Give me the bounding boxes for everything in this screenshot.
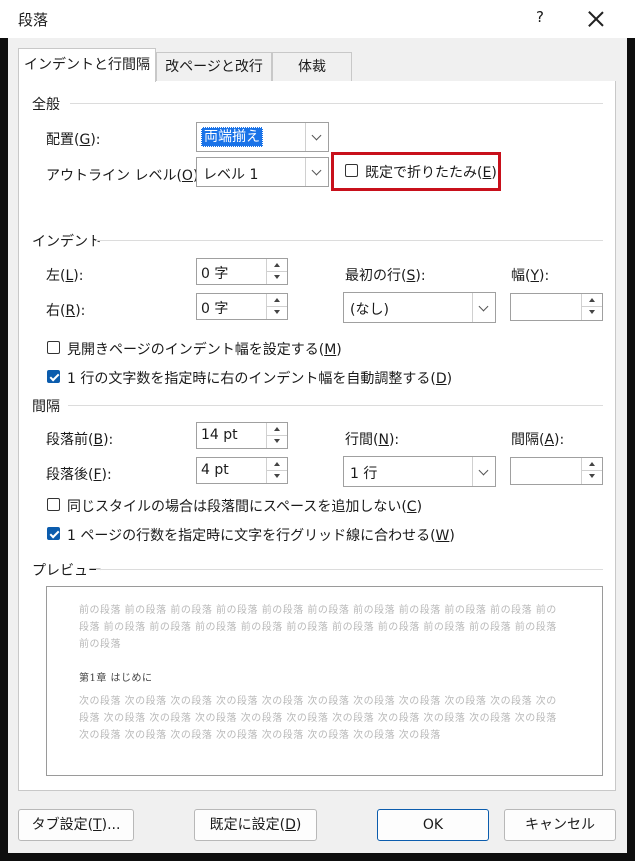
spacing-at-label: 間隔(A): bbox=[511, 432, 565, 448]
chevron-down-icon[interactable] bbox=[472, 293, 495, 322]
alignment-label: 配置(G): bbox=[46, 132, 101, 148]
preview-prev-line: 段落 前の段落 前の段落 前の段落 前の段落 前の段落 前の段落 前の段落 前の… bbox=[79, 622, 557, 633]
help-button[interactable]: ? bbox=[531, 8, 549, 26]
mirror-indent-checkbox[interactable] bbox=[47, 341, 60, 354]
spacing-at-spinner[interactable] bbox=[510, 457, 603, 485]
spin-down-icon[interactable] bbox=[267, 272, 287, 285]
collapse-label[interactable]: 既定で折りたたみ(E) bbox=[365, 162, 497, 182]
line-spacing-label: 行間(N): bbox=[345, 432, 400, 448]
spin-down-icon[interactable] bbox=[582, 307, 602, 320]
preview-prev-line: 前の段落 前の段落 前の段落 前の段落 前の段落 前の段落 前の段落 前の段落 … bbox=[79, 605, 557, 616]
cancel-button[interactable]: キャンセル bbox=[504, 809, 616, 841]
indent-width-label: 幅(Y): bbox=[511, 268, 550, 284]
preview-next-line: 次の段落 次の段落 次の段落 次の段落 次の段落 次の段落 次の段落 次の段落 … bbox=[79, 696, 557, 707]
alignment-value: 両端揃え bbox=[201, 127, 263, 147]
no-space-same-style-label[interactable]: 同じスタイルの場合は段落間にスペースを追加しない(C) bbox=[67, 496, 422, 516]
spin-up-icon[interactable] bbox=[582, 458, 602, 471]
chevron-down-icon[interactable] bbox=[472, 457, 495, 486]
general-heading: 全般 bbox=[32, 97, 60, 113]
spin-down-icon[interactable] bbox=[267, 436, 287, 449]
spin-up-icon[interactable] bbox=[582, 294, 602, 307]
tabs-button[interactable]: タブ設定(T)... bbox=[18, 809, 134, 841]
spin-up-icon[interactable] bbox=[267, 458, 287, 471]
spin-up-icon[interactable] bbox=[267, 259, 287, 272]
tab-typography[interactable]: 体裁 bbox=[272, 52, 352, 81]
spin-up-icon[interactable] bbox=[267, 294, 287, 307]
auto-adjust-checkbox[interactable] bbox=[47, 370, 60, 383]
spacing-heading: 間隔 bbox=[32, 399, 60, 415]
ok-button[interactable]: OK bbox=[377, 809, 489, 841]
tab-line-page-breaks[interactable]: 改ページと改行 bbox=[156, 52, 272, 81]
no-space-same-style-checkbox[interactable] bbox=[47, 498, 60, 511]
space-before-label: 段落前(B): bbox=[46, 432, 114, 448]
outline-level-label: アウトライン レベル(O): bbox=[46, 168, 203, 184]
chevron-down-icon[interactable] bbox=[305, 158, 328, 186]
spin-down-icon[interactable] bbox=[267, 471, 287, 484]
spin-up-icon[interactable] bbox=[267, 423, 287, 436]
set-default-button[interactable]: 既定に設定(D) bbox=[194, 809, 317, 841]
snap-to-grid-label[interactable]: 1 ページの行数を指定時に文字を行グリッド線に合わせる(W) bbox=[67, 525, 455, 545]
auto-adjust-label[interactable]: 1 行の文字数を指定時に右のインデント幅を自動調整する(D) bbox=[67, 368, 452, 388]
preview-prev-line: 前の段落 bbox=[79, 639, 121, 650]
snap-to-grid-checkbox[interactable] bbox=[47, 527, 60, 540]
chevron-down-icon[interactable] bbox=[305, 123, 328, 151]
tab-indent-spacing[interactable]: インデントと行間隔 bbox=[18, 48, 156, 82]
spin-down-icon[interactable] bbox=[267, 307, 287, 320]
indent-left-label: 左(L): bbox=[46, 268, 84, 284]
alignment-dropdown[interactable]: 両端揃え bbox=[196, 122, 329, 152]
preview-next-line: 次の段落 次の段落 次の段落 次の段落 次の段落 次の段落 次の段落 次の段落 bbox=[79, 730, 441, 741]
line-spacing-dropdown[interactable]: 1 行 bbox=[343, 456, 496, 487]
indent-right-label: 右(R): bbox=[46, 303, 86, 319]
indent-heading: インデント bbox=[32, 234, 102, 250]
first-line-dropdown[interactable]: (なし) bbox=[343, 292, 496, 323]
mirror-indent-label[interactable]: 見開きページのインデント幅を設定する(M) bbox=[67, 339, 342, 359]
outline-level-dropdown[interactable]: レベル 1 bbox=[196, 157, 329, 187]
indent-right-spinner[interactable]: 0 字 bbox=[196, 293, 288, 320]
spin-down-icon[interactable] bbox=[582, 471, 602, 484]
outline-level-value: レベル 1 bbox=[203, 167, 259, 183]
space-after-label: 段落後(F): bbox=[46, 467, 112, 483]
indent-left-spinner[interactable]: 0 字 bbox=[196, 258, 288, 285]
collapse-checkbox[interactable] bbox=[345, 164, 358, 177]
dialog-title: 段落 bbox=[18, 11, 49, 29]
space-before-spinner[interactable]: 14 pt bbox=[196, 422, 288, 449]
preview-box: 前の段落 前の段落 前の段落 前の段落 前の段落 前の段落 前の段落 前の段落 … bbox=[46, 586, 603, 776]
indent-width-spinner[interactable] bbox=[510, 293, 603, 321]
close-icon[interactable] bbox=[588, 11, 604, 27]
preview-heading: プレビュー bbox=[32, 563, 102, 579]
first-line-label: 最初の行(S): bbox=[345, 268, 426, 284]
space-after-spinner[interactable]: 4 pt bbox=[196, 457, 288, 484]
preview-current-line: 第1章 はじめに bbox=[79, 673, 153, 684]
preview-next-line: 段落 次の段落 次の段落 次の段落 次の段落 次の段落 次の段落 次の段落 次の… bbox=[79, 713, 557, 724]
